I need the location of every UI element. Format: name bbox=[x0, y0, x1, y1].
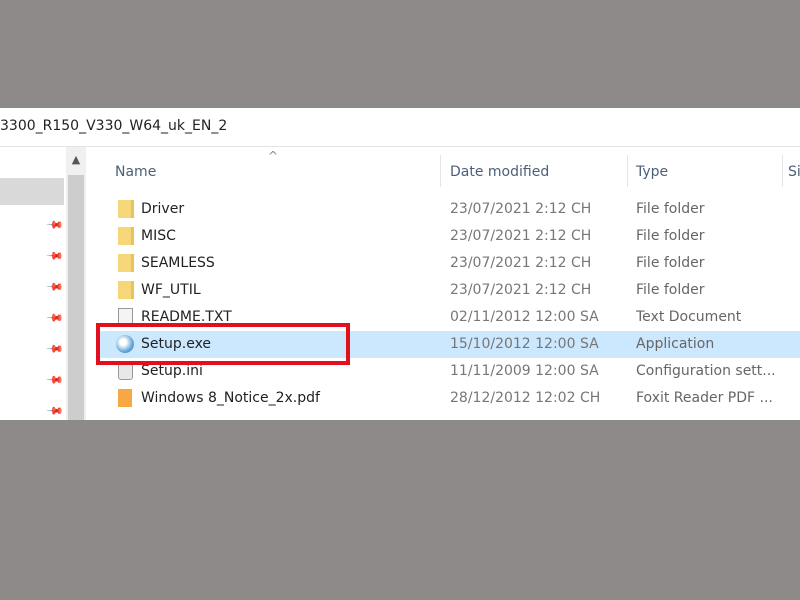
file-date: 23/07/2021 2:12 CH bbox=[450, 228, 592, 244]
folder-icon bbox=[118, 200, 134, 218]
pin-icon: 📌 bbox=[45, 246, 65, 266]
column-date-modified[interactable]: Date modified bbox=[450, 164, 549, 180]
folder-icon bbox=[118, 281, 134, 299]
file-type: File folder bbox=[636, 255, 705, 271]
address-path: 3300_R150_V330_W64_uk_EN_2 bbox=[0, 118, 228, 134]
column-size[interactable]: Si bbox=[788, 164, 800, 180]
address-bar[interactable]: 3300_R150_V330_W64_uk_EN_2 bbox=[0, 108, 800, 147]
file-name: WF_UTIL bbox=[141, 282, 201, 298]
scrollbar-thumb[interactable] bbox=[68, 175, 84, 420]
file-type: Application bbox=[636, 336, 715, 352]
folder-icon bbox=[118, 227, 134, 245]
sort-ascending-icon: ^ bbox=[268, 149, 279, 163]
file-date: 11/11/2009 12:00 SA bbox=[450, 363, 599, 379]
file-type: File folder bbox=[636, 201, 705, 217]
pin-icon: 📌 bbox=[45, 277, 65, 297]
file-row[interactable]: SEAMLESS 23/07/2021 2:12 CH File folder bbox=[98, 250, 800, 277]
file-date: 23/07/2021 2:12 CH bbox=[450, 282, 592, 298]
file-name: SEAMLESS bbox=[141, 255, 215, 271]
nav-selected-item[interactable] bbox=[0, 178, 64, 205]
pin-icon: 📌 bbox=[45, 339, 65, 359]
pin-icon: 📌 bbox=[45, 215, 65, 235]
column-divider[interactable] bbox=[782, 155, 783, 187]
file-explorer-window: 3300_R150_V330_W64_uk_EN_2 📌 📌 📌 📌 📌 📌 📌… bbox=[0, 108, 800, 421]
nav-scrollbar[interactable]: ▲ bbox=[66, 147, 86, 420]
pin-icon: 📌 bbox=[45, 370, 65, 390]
highlight-box bbox=[96, 323, 350, 365]
file-name: Windows 8_Notice_2x.pdf bbox=[141, 390, 320, 406]
pin-icon: 📌 bbox=[45, 401, 65, 421]
column-divider[interactable] bbox=[627, 155, 628, 187]
column-divider[interactable] bbox=[440, 155, 441, 187]
column-header: ^ Name Date modified Type Si bbox=[98, 147, 800, 187]
file-date: 02/11/2012 12:00 SA bbox=[450, 309, 599, 325]
column-type[interactable]: Type bbox=[636, 164, 668, 180]
file-date: 28/12/2012 12:02 CH bbox=[450, 390, 601, 406]
folder-icon bbox=[118, 254, 134, 272]
navigation-pane: 📌 📌 📌 📌 📌 📌 📌 bbox=[0, 147, 66, 421]
file-name: Setup.ini bbox=[141, 363, 203, 379]
file-name: Driver bbox=[141, 201, 185, 217]
file-row[interactable]: WF_UTIL 23/07/2021 2:12 CH File folder bbox=[98, 277, 800, 304]
pdf-file-icon bbox=[118, 389, 132, 407]
file-type: Configuration sett... bbox=[636, 363, 776, 379]
file-date: 15/10/2012 12:00 SA bbox=[450, 336, 599, 352]
file-row[interactable]: Windows 8_Notice_2x.pdf 28/12/2012 12:02… bbox=[98, 385, 800, 412]
file-type: Text Document bbox=[636, 309, 742, 325]
file-row[interactable]: MISC 23/07/2021 2:12 CH File folder bbox=[98, 223, 800, 250]
file-type: File folder bbox=[636, 228, 705, 244]
pin-icon: 📌 bbox=[45, 308, 65, 328]
file-type: File folder bbox=[636, 282, 705, 298]
file-row[interactable]: Driver 23/07/2021 2:12 CH File folder bbox=[98, 196, 800, 223]
file-date: 23/07/2021 2:12 CH bbox=[450, 255, 592, 271]
file-date: 23/07/2021 2:12 CH bbox=[450, 201, 592, 217]
scroll-up-icon[interactable]: ▲ bbox=[66, 153, 86, 166]
file-type: Foxit Reader PDF ... bbox=[636, 390, 773, 406]
file-name: MISC bbox=[141, 228, 176, 244]
column-name[interactable]: Name bbox=[115, 164, 156, 180]
